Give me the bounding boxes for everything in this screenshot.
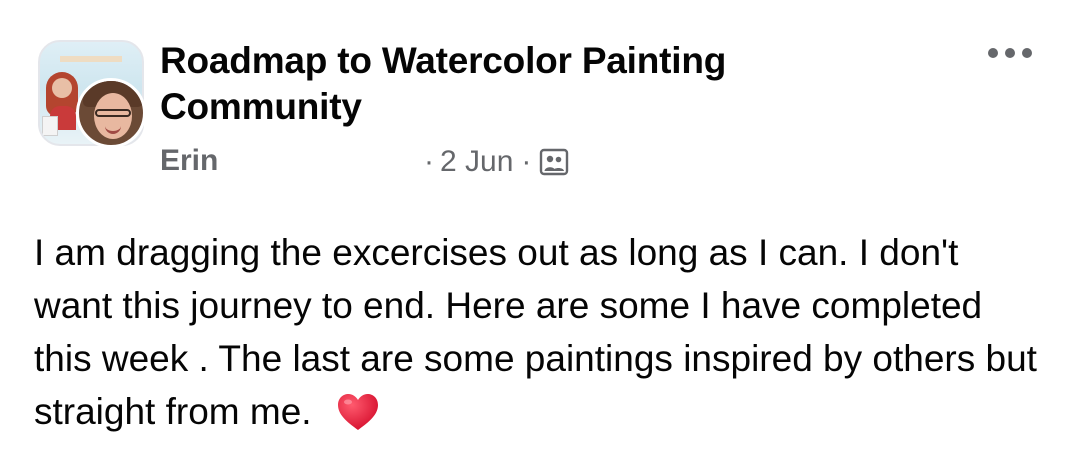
author-name-link[interactable]: Erin [160,144,218,178]
post-header: Roadmap to Watercolor Painting Community… [0,0,1080,200]
post-text: I am dragging the excercises out as long… [34,232,1037,432]
group-name-link[interactable]: Roadmap to Watercolor Painting Community [160,38,920,130]
post-body: I am dragging the excercises out as long… [34,226,1044,438]
cover-person-head [52,78,72,98]
avatar-glasses [95,109,131,117]
cover-banner-strip [60,56,122,62]
more-options-button[interactable] [988,38,1032,68]
more-options-icon [988,48,998,58]
cover-book [42,116,58,136]
meta-separator: · [424,145,434,178]
group-audience-icon [540,148,569,176]
more-options-icon [1005,48,1015,58]
post-date-link[interactable]: 2 Jun [440,145,513,179]
author-avatar[interactable] [76,78,146,148]
heart-emoji [337,394,378,430]
more-options-icon [1022,48,1032,58]
meta-separator: · [521,145,532,178]
post-meta: · 2 Jun · [424,144,569,180]
